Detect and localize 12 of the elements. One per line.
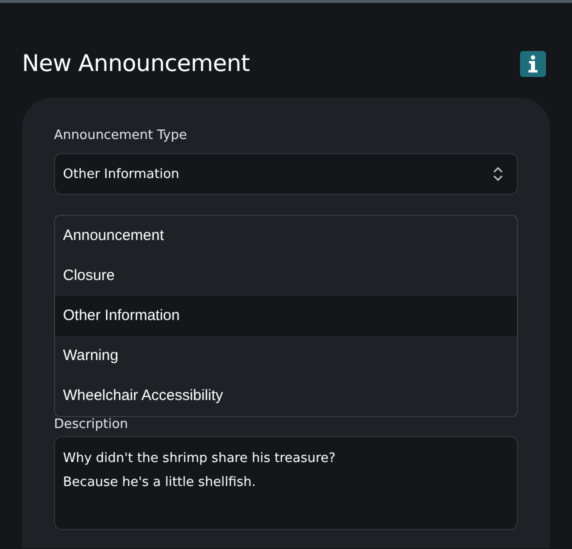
type-select[interactable]: Other Information xyxy=(54,153,518,195)
field-label: Announcement Type xyxy=(54,128,188,143)
description-field[interactable]: Why didn't the shrimp share his treasure? Because he's a little shellfish. xyxy=(54,436,518,530)
menu-option[interactable]: Closure xyxy=(55,256,517,296)
info-icon[interactable] xyxy=(520,51,546,77)
chevron-icon xyxy=(493,166,503,182)
menu-option[interactable]: Wheelchair Accessibility xyxy=(55,376,517,416)
field-label: Description xyxy=(54,417,130,432)
menu-option[interactable]: Announcement xyxy=(55,216,517,256)
menu-option[interactable]: Warning xyxy=(55,336,517,376)
page-title: New Announcement xyxy=(22,51,250,77)
menu-option[interactable]: Other Information xyxy=(55,296,517,336)
